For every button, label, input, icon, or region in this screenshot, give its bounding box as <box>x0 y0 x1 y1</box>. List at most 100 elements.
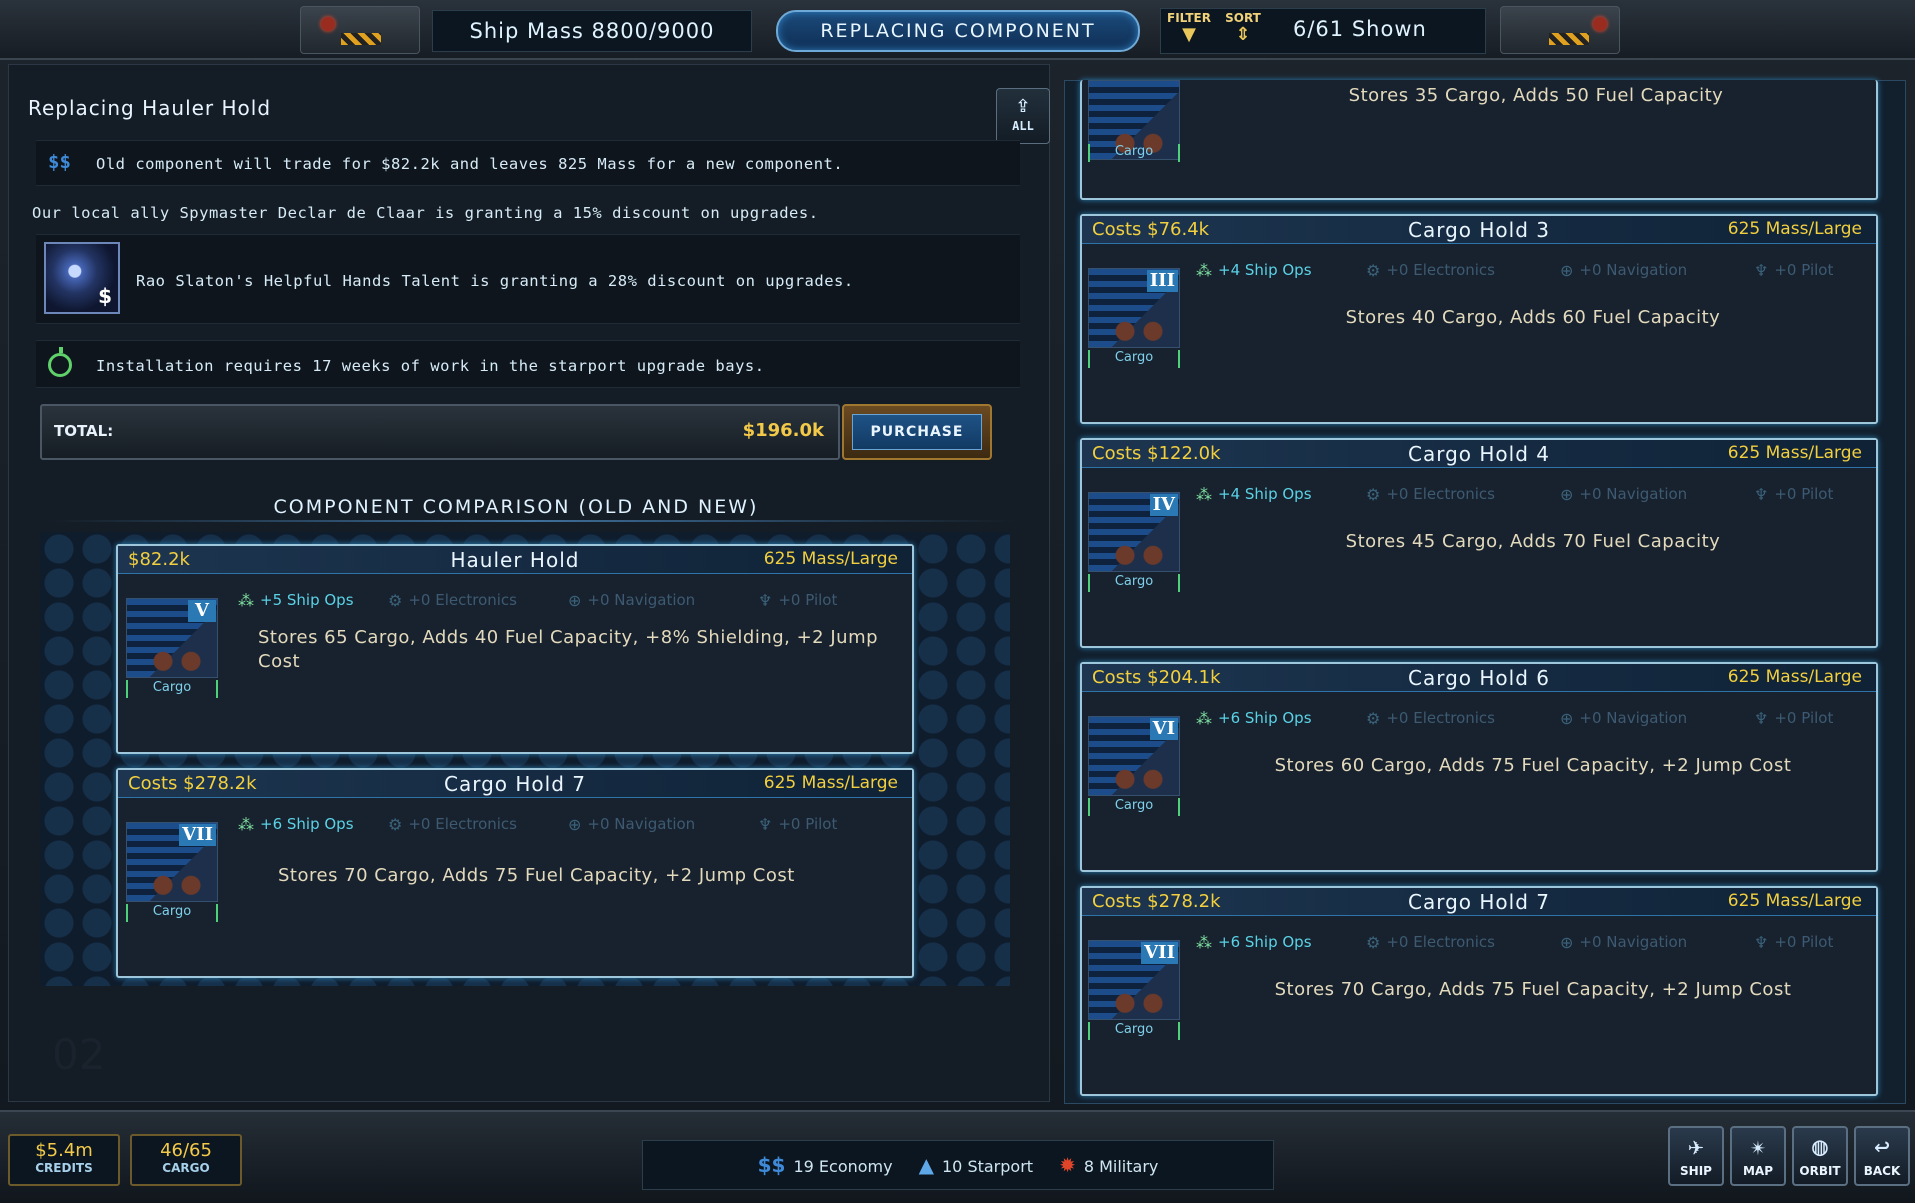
stat-pilot: ♆ +0 Pilot <box>1754 706 1833 730</box>
upload-all-label: ALL <box>1012 119 1034 133</box>
stat-navigation: ⊕ +0 Navigation <box>1560 258 1754 282</box>
new-component-card[interactable]: Costs $278.2k Cargo Hold 7 625 Mass/Larg… <box>116 768 914 978</box>
electronics-icon: ⚙ <box>1366 708 1381 728</box>
electronics-value: +0 Electronics <box>1386 485 1495 503</box>
stat-pilot: ♆ +0 Pilot <box>758 588 837 612</box>
back-nav-button[interactable]: ↩ BACK <box>1854 1126 1910 1186</box>
component-thumbnail: VII Cargo <box>126 822 218 922</box>
stat-row: ⁂ +6 Ship Ops ⚙ +0 Electronics ⊕ +0 Navigatio… <box>1196 706 1866 730</box>
starport-text: 10 Starport <box>942 1157 1034 1176</box>
ship-ops-value: +6 Ship Ops <box>1218 933 1312 951</box>
card-description: Stores 60 Cargo, Adds 75 Fuel Capacity, … <box>1274 755 1792 776</box>
ship-mass-text: Ship Mass 8800/9000 <box>469 19 715 43</box>
stopwatch-icon <box>48 347 72 377</box>
stat-row: ⁂ +4 Ship Ops ⚙ +0 Electronics ⊕ +0 Navigatio… <box>1196 482 1866 506</box>
map-nav-button[interactable]: ✴ MAP <box>1730 1126 1786 1186</box>
panel-watermark: 02 <box>52 1030 106 1079</box>
mode-banner: REPLACING COMPONENT <box>776 10 1140 52</box>
top-left-ornament <box>300 6 420 54</box>
card-description: Stores 35 Cargo, Adds 50 Fuel Capacity <box>1348 85 1724 106</box>
military-icon: ✹ <box>1059 1153 1076 1177</box>
funnel-icon: ▼ <box>1182 24 1196 45</box>
ship-ops-value: +6 Ship Ops <box>1218 709 1312 727</box>
red-light-icon <box>1593 17 1607 31</box>
pilot-icon: ♆ <box>1754 484 1769 504</box>
stat-ship-ops: ⁂ +6 Ship Ops <box>238 812 388 836</box>
electronics-value: +0 Electronics <box>1386 709 1495 727</box>
orbit-nav-button[interactable]: ◍ ORBIT <box>1792 1126 1848 1186</box>
shown-count: 6/61 Shown <box>1293 17 1427 41</box>
navigation-value: +0 Navigation <box>1579 709 1688 727</box>
stat-row: ⁂ +6 Ship Ops ⚙ +0 Electronics ⊕ +0 Navigat… <box>238 812 902 836</box>
navigation-value: +0 Navigation <box>1579 485 1688 503</box>
stat-pilot: ♆ +0 Pilot <box>1754 482 1833 506</box>
hazard-stripes <box>341 33 381 45</box>
total-label: TOTAL: <box>54 422 114 440</box>
starport-icon: ▲ <box>918 1153 934 1177</box>
list-card-partial[interactable]: Cargo Stores 35 Cargo, Adds 50 Fuel Capa… <box>1080 80 1878 200</box>
stat-pilot: ♆ +0 Pilot <box>1754 258 1833 282</box>
purchase-label: PURCHASE <box>852 414 982 450</box>
tier-badge: IV <box>1149 494 1178 516</box>
card-mass: 625 Mass/Large <box>1727 891 1862 911</box>
tier-badge: III <box>1146 270 1178 292</box>
credits-box: $5.4m CREDITS <box>8 1134 120 1186</box>
military-stat: ✹ 8 Military <box>1059 1153 1158 1177</box>
list-card[interactable]: Costs $204.1k Cargo Hold 6 625 Mass/Large V… <box>1080 662 1878 872</box>
stat-row: ⁂ +6 Ship Ops ⚙ +0 Electronics ⊕ +0 Navigatio… <box>1196 930 1866 954</box>
old-component-card[interactable]: $82.2k Hauler Hold 625 Mass/Large V Carg… <box>116 544 914 754</box>
ship-ops-value: +4 Ship Ops <box>1218 261 1312 279</box>
tier-badge: VII <box>179 824 216 846</box>
ship-nav-label: SHIP <box>1680 1164 1712 1178</box>
ship-ops-icon: ⁂ <box>1196 484 1212 504</box>
card-description: Stores 65 Cargo, Adds 40 Fuel Capacity, … <box>258 627 879 672</box>
card-description: Stores 45 Cargo, Adds 70 Fuel Capacity <box>1345 531 1721 552</box>
trade-info-text: Old component will trade for $82.2k and … <box>96 155 844 173</box>
sort-button[interactable]: SORT ⇕ <box>1217 11 1269 51</box>
navigation-value: +0 Navigation <box>587 591 696 609</box>
ship-nav-button[interactable]: ✈ SHIP <box>1668 1126 1724 1186</box>
electronics-value: +0 Electronics <box>408 815 517 833</box>
mode-banner-text: REPLACING COMPONENT <box>820 20 1096 42</box>
list-card[interactable]: Costs $122.0k Cargo Hold 4 625 Mass/Large I… <box>1080 438 1878 648</box>
upload-all-button[interactable]: ⇪ ALL <box>996 88 1050 144</box>
electronics-value: +0 Electronics <box>1386 933 1495 951</box>
stat-electronics: ⚙ +0 Electronics <box>1366 258 1560 282</box>
stat-pilot: ♆ +0 Pilot <box>1754 930 1833 954</box>
filter-button[interactable]: FILTER ▼ <box>1163 11 1215 51</box>
purchase-button[interactable]: PURCHASE <box>842 404 992 460</box>
category-label: Cargo <box>1088 574 1180 592</box>
pilot-icon: ♆ <box>1754 260 1769 280</box>
cargo-box: 46/65 CARGO <box>130 1134 242 1186</box>
list-card[interactable]: Costs $278.2k Cargo Hold 7 625 Mass/Large V… <box>1080 886 1878 1096</box>
trade-info-row: $$ Old component will trade for $82.2k a… <box>36 140 1020 186</box>
top-right-ornament <box>1500 6 1620 54</box>
navigation-icon: ⊕ <box>1560 932 1574 952</box>
upload-arrow-icon: ⇪ <box>1015 90 1031 118</box>
tier-badge: VII <box>1141 942 1178 964</box>
stat-electronics: ⚙ +0 Electronics <box>388 812 568 836</box>
economy-icon: $$ <box>757 1153 786 1177</box>
card-header: Costs $122.0k Cargo Hold 4 625 Mass/Large <box>1082 440 1876 468</box>
card-description: Stores 40 Cargo, Adds 60 Fuel Capacity <box>1345 307 1721 328</box>
category-label: Cargo <box>1088 144 1180 162</box>
card-header: Costs $76.4k Cargo Hold 3 625 Mass/Large <box>1082 216 1876 244</box>
list-card[interactable]: Costs $76.4k Cargo Hold 3 625 Mass/Large II… <box>1080 214 1878 424</box>
ship-ops-icon: ⁂ <box>238 590 254 610</box>
filter-label: FILTER <box>1167 11 1211 25</box>
category-label: Cargo <box>1088 798 1180 816</box>
pilot-icon: ♆ <box>758 590 773 610</box>
stat-ship-ops: ⁂ +4 Ship Ops <box>1196 258 1366 282</box>
stat-pilot: ♆ +0 Pilot <box>758 812 837 836</box>
category-label: Cargo <box>1088 350 1180 368</box>
stat-navigation: ⊕ +0 Navigation <box>568 812 758 836</box>
card-header: Costs $204.1k Cargo Hold 6 625 Mass/Large <box>1082 664 1876 692</box>
electronics-icon: ⚙ <box>1366 260 1381 280</box>
pilot-icon: ♆ <box>758 814 773 834</box>
component-thumbnail: VI Cargo <box>1088 716 1180 816</box>
cargo-value: 46/65 <box>160 1140 212 1161</box>
category-label: Cargo <box>1088 1022 1180 1040</box>
navigation-icon: ⊕ <box>568 590 582 610</box>
starport-stat: ▲ 10 Starport <box>919 1153 1033 1177</box>
ship-ops-icon: ⁂ <box>1196 708 1212 728</box>
